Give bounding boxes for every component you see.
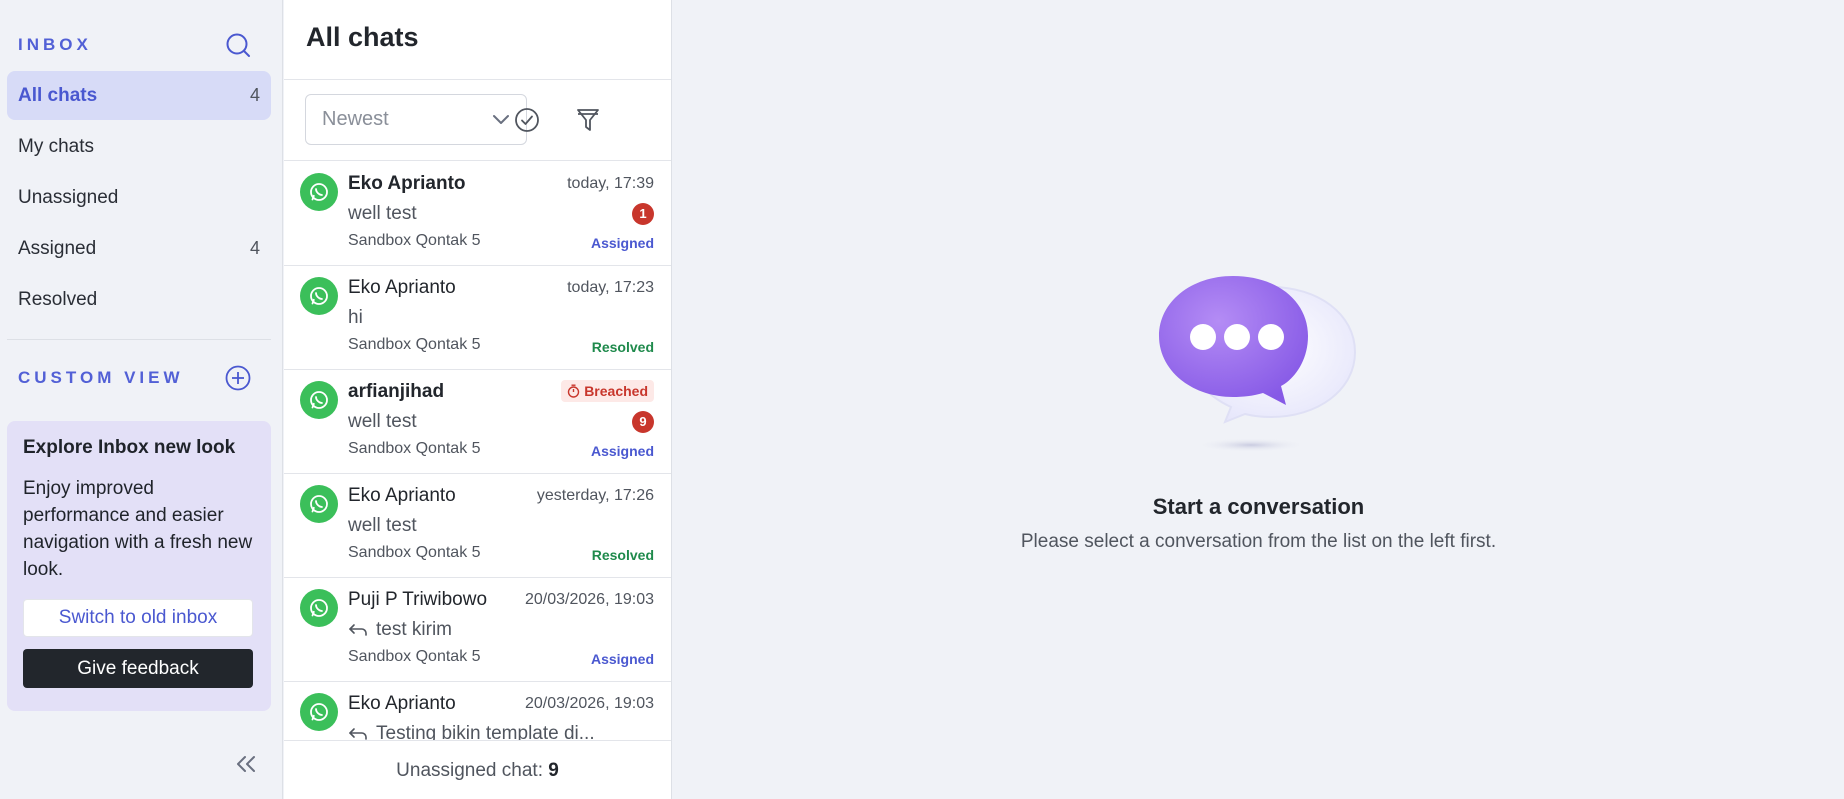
chat-contact-name: arfianjihad [348,381,445,402]
chat-last-message: well test [348,515,417,537]
sidebar-item-resolved[interactable]: Resolved [7,275,271,324]
whatsapp-icon [300,485,338,523]
sidebar-header: INBOX [18,30,252,60]
chat-bubble-illustration [1159,276,1357,452]
chat-message-text: well test [348,203,417,224]
give-feedback-button[interactable]: Give feedback [23,649,253,688]
chat-timestamp: 20/03/2026, 19:03 [524,591,654,608]
collapse-sidebar-icon[interactable] [232,750,260,778]
chat-list-header: All chats [284,0,671,80]
chat-last-message: Testing bikin template di... [348,723,595,740]
chat-row[interactable]: Eko Aprianto today, 17:39 well test 1 Sa… [284,162,671,266]
reply-icon [349,728,367,740]
add-custom-view-icon[interactable] [224,364,252,392]
chat-row[interactable]: arfianjihad Breached well test 9 Sandbox… [284,370,671,474]
chat-row[interactable]: Eko Aprianto today, 17:23 hi Sandbox Qon… [284,266,671,370]
chat-last-message: hi [348,307,363,329]
unassigned-chat-footer: Unassigned chat: 9 [284,740,671,799]
chat-channel: Sandbox Qontak 5 [348,232,481,249]
custom-view-header: CUSTOM VIEW [18,363,252,393]
status-badge: Assigned [590,235,654,251]
chat-channel: Sandbox Qontak 5 [348,336,481,353]
whatsapp-icon [300,693,338,731]
sidebar-item-all-chats[interactable]: All chats 4 [7,71,271,120]
conversation-panel: Start a conversation Please select a con… [673,0,1844,799]
status-badge: Assigned [590,651,654,667]
chat-timestamp: 20/03/2026, 19:03 [524,695,654,712]
chat-list-panel: All chats Newest Eko Aprianto today, 17:… [284,0,672,799]
new-look-promo: Explore Inbox new look Enjoy improved pe… [7,421,271,711]
whatsapp-icon [300,277,338,315]
empty-state-subtitle: Please select a conversation from the li… [1020,531,1497,552]
status-badge: Resolved [591,339,654,355]
promo-title: Explore Inbox new look [23,437,236,458]
chat-message-text: well test [348,515,417,536]
sidebar-item-assigned[interactable]: Assigned 4 [7,224,271,273]
page-title: All chats [306,22,419,52]
chat-contact-name: Puji P Triwibowo [348,589,488,610]
chat-contact-name: Eko Aprianto [348,485,456,506]
filter-icon[interactable] [573,105,603,135]
chat-message-text: test kirim [376,619,452,640]
chat-last-message: well test [348,411,417,433]
unassigned-chat-count: 9 [548,760,559,781]
timer-icon [567,384,580,398]
unread-badge: 1 [632,203,654,225]
chat-contact-name: Eko Aprianto [348,277,456,298]
chat-message-text: well test [348,411,417,432]
bulk-select-icon[interactable] [512,105,542,135]
sidebar-item-label: Resolved [18,288,98,310]
chevron-down-icon [493,114,509,124]
chat-channel: Sandbox Qontak 5 [348,648,481,665]
whatsapp-icon [300,173,338,211]
chat-row[interactable]: Eko Aprianto 20/03/2026, 19:03 Testing b… [284,682,671,740]
chat-list-toolbar: Newest [284,80,671,161]
status-badge: Assigned [590,443,654,459]
sort-select[interactable]: Newest [305,94,527,145]
whatsapp-icon [300,589,338,627]
chat-row[interactable]: Eko Aprianto yesterday, 17:26 well test … [284,474,671,578]
sidebar-item-count: 4 [249,238,260,258]
whatsapp-icon [300,381,338,419]
inbox-sidebar: INBOX All chats 4 My chats Unassigned As… [0,0,283,799]
sidebar-item-label: Assigned [18,237,97,259]
status-badge: Resolved [591,547,654,563]
sla-breached-badge: Breached [561,380,654,402]
sidebar-item-label: All chats [18,84,98,106]
promo-text: Enjoy improved performance and easier na… [23,478,253,580]
custom-view-title: CUSTOM VIEW [18,368,184,387]
sidebar-nav: All chats 4 My chats Unassigned Assigned… [7,71,271,326]
chat-channel: Sandbox Qontak 5 [348,440,481,457]
chat-channel: Sandbox Qontak 5 [348,544,481,561]
chat-rows: Eko Aprianto today, 17:39 well test 1 Sa… [284,162,671,740]
sidebar-divider [7,339,271,340]
sidebar-item-my-chats[interactable]: My chats [7,122,271,171]
unassigned-chat-label: Unassigned chat: [396,760,549,781]
chat-contact-name: Eko Aprianto [348,693,456,714]
chat-message-text: hi [348,307,363,328]
sort-select-value: Newest [322,108,389,130]
sidebar-item-label: Unassigned [18,186,119,208]
unread-badge: 9 [632,411,654,433]
sidebar-item-count: 4 [249,85,260,105]
sidebar-item-label: My chats [18,135,95,157]
chat-contact-name: Eko Aprianto [348,173,466,194]
chat-timestamp: yesterday, 17:26 [536,487,654,504]
sidebar-item-unassigned[interactable]: Unassigned [7,173,271,222]
reply-icon [349,624,367,636]
sla-breached-label: Breached [584,383,648,399]
chat-last-message: well test [348,203,417,225]
search-icon[interactable] [224,31,252,59]
empty-state-title: Start a conversation [1152,494,1365,519]
chat-row[interactable]: Puji P Triwibowo 20/03/2026, 19:03 test … [284,578,671,682]
switch-old-inbox-button[interactable]: Switch to old inbox [23,599,253,637]
chat-timestamp: today, 17:39 [567,175,654,192]
chat-last-message: test kirim [348,619,452,641]
chat-timestamp: today, 17:23 [567,279,654,296]
sidebar-title: INBOX [18,35,92,54]
chat-message-text: Testing bikin template di... [376,723,595,740]
